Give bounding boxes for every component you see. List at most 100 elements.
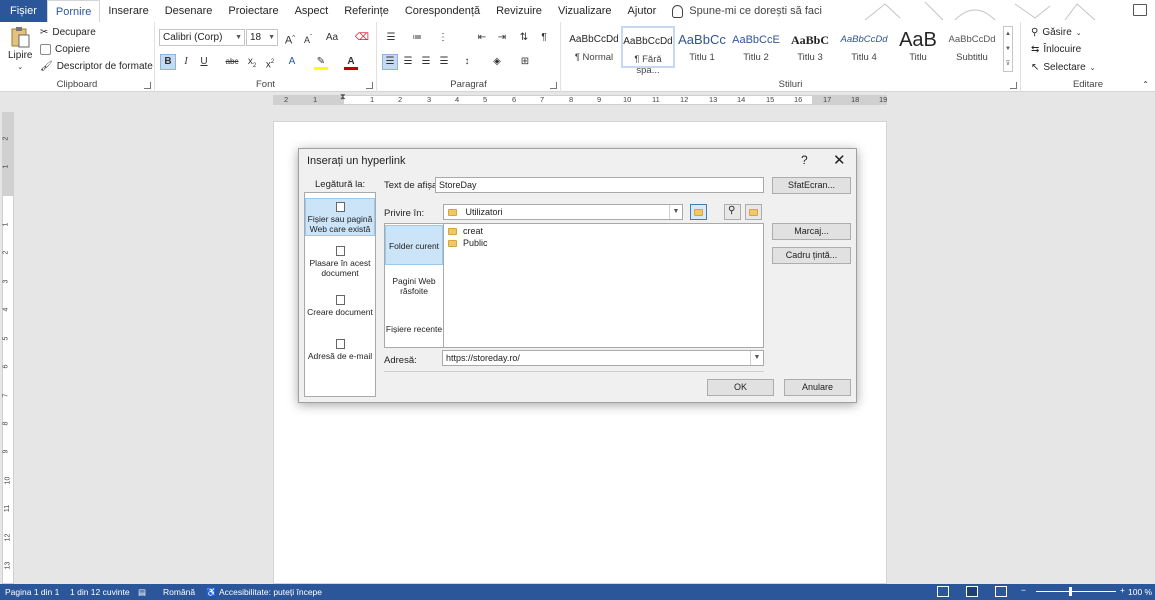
print-layout-icon[interactable] — [966, 586, 978, 597]
style-title[interactable]: AaB Titlu — [891, 26, 945, 68]
zoom-in-icon[interactable]: + — [1120, 585, 1125, 595]
horizontal-ruler[interactable]: 2 1 1 2 3 4 5 6 7 8 9 10 11 12 13 14 15 … — [0, 92, 1155, 108]
clipboard-launcher-icon[interactable] — [144, 82, 151, 89]
find-button[interactable]: ⚲ Găsire ⌄ — [1031, 27, 1082, 38]
screentip-button[interactable]: SfatEcran... — [772, 177, 851, 194]
collapse-ribbon-icon[interactable]: ⌃ — [1142, 80, 1149, 89]
zoom-level[interactable]: 100 % — [1128, 587, 1152, 597]
page-count[interactable]: Pagina 1 din 1 — [5, 587, 59, 597]
list-item[interactable]: creat — [448, 226, 483, 236]
look-in-dropdown[interactable]: Utilizatori ▼ — [443, 204, 683, 220]
justify-icon[interactable]: ☰ — [436, 54, 452, 70]
clear-formatting-icon[interactable]: ⌫ — [354, 30, 370, 46]
highlight-button[interactable]: ✎ — [313, 54, 329, 70]
align-center-icon[interactable]: ☰ — [400, 54, 416, 70]
language[interactable]: Română — [163, 587, 195, 597]
strikethrough-button[interactable]: abc — [221, 54, 243, 70]
select-button[interactable]: ↖ Selectare ⌄ — [1031, 62, 1096, 73]
cut-button[interactable]: ✂ Decupare — [40, 27, 96, 38]
help-button[interactable]: ? — [801, 153, 808, 167]
align-right-icon[interactable]: ☰ — [418, 54, 434, 70]
proofing-icon[interactable]: ▤ — [138, 587, 146, 598]
shading-icon[interactable]: ◈ — [489, 54, 505, 70]
browse-web-button[interactable] — [690, 204, 707, 220]
styles-launcher-icon[interactable] — [1010, 82, 1017, 89]
comments-icon[interactable] — [1133, 4, 1147, 16]
vertical-ruler[interactable]: 2 1 1 2 3 4 5 6 7 8 9 10 11 12 13 — [2, 112, 14, 584]
bold-button[interactable]: B — [160, 54, 176, 70]
tab-insert[interactable]: Inserare — [100, 0, 156, 22]
font-color-button[interactable]: A — [343, 54, 359, 70]
read-mode-icon[interactable] — [937, 586, 949, 597]
line-spacing-icon[interactable]: ↕ — [459, 54, 475, 70]
text-to-display-field[interactable]: StoreDay — [435, 177, 764, 193]
nav-recent-files[interactable]: Fișiere recente — [385, 324, 443, 336]
target-frame-button[interactable]: Cadru țintă... — [772, 247, 851, 264]
format-painter-button[interactable]: 🖌 Descriptor de formate — [40, 61, 153, 72]
close-button[interactable]: ✕ — [833, 151, 846, 169]
zoom-slider[interactable] — [1036, 591, 1116, 592]
copy-button[interactable]: Copiere — [40, 44, 90, 55]
style-normal[interactable]: AaBbCcDd ¶ Normal — [567, 26, 621, 68]
nav-browsed-pages[interactable]: Pagini Web răsfoite — [385, 276, 443, 300]
zoom-slider-thumb[interactable] — [1069, 587, 1072, 596]
tab-layout[interactable]: Aspect — [287, 0, 337, 22]
grow-font-button[interactable]: A^ — [282, 30, 298, 47]
shrink-font-button[interactable]: Aˇ — [300, 30, 316, 46]
accessibility-status[interactable]: Accesibilitate: puteți începe — [219, 587, 322, 597]
link-place-in-document[interactable]: Plasare în acest document — [305, 243, 375, 281]
tab-home[interactable]: Pornire — [46, 0, 101, 22]
paragraph-launcher-icon[interactable] — [550, 82, 557, 89]
link-create-document[interactable]: Creare document — [305, 293, 375, 321]
increase-indent-icon[interactable]: ⇥ — [494, 30, 510, 46]
change-case-button[interactable]: Aa — [321, 30, 343, 46]
style-subtitle[interactable]: AaBbCcDd Subtitlu — [945, 26, 999, 68]
paste-button[interactable]: Lipire ⌄ — [8, 26, 32, 71]
style-heading2[interactable]: AaBbCcE Titlu 2 — [729, 26, 783, 68]
style-no-spacing[interactable]: AaBbCcDd ¶ Fără spa... — [621, 26, 675, 76]
tab-view[interactable]: Vizualizare — [550, 0, 620, 22]
multilevel-list-icon[interactable]: ⋮ — [435, 30, 451, 46]
bookmark-button[interactable]: Marcaj... — [772, 223, 851, 240]
decrease-indent-icon[interactable]: ⇤ — [474, 30, 490, 46]
align-left-icon[interactable]: ☰ — [382, 54, 398, 70]
accessibility-icon[interactable]: ♿ — [206, 587, 217, 598]
cancel-button[interactable]: Anulare — [784, 379, 851, 396]
italic-button[interactable]: I — [178, 54, 194, 70]
tab-draw[interactable]: Desenare — [157, 0, 221, 22]
bullets-icon[interactable]: ☰ — [383, 30, 399, 46]
nav-current-folder[interactable]: Folder curent — [385, 225, 443, 265]
font-name-combo[interactable]: Calibri (Corp) ▼ — [159, 29, 245, 46]
underline-button[interactable]: U — [196, 54, 212, 70]
styles-gallery-scroll[interactable]: ▲ ▼ ⊽ — [1003, 26, 1013, 72]
text-effects-icon[interactable]: A — [284, 54, 300, 70]
replace-button[interactable]: ⇆ Înlocuire — [1031, 44, 1081, 55]
indent-marker-icon[interactable]: ⧗ — [340, 92, 346, 102]
file-list[interactable]: creat Public — [443, 223, 764, 348]
show-marks-icon[interactable]: ¶ — [536, 30, 552, 46]
subscript-button[interactable]: x2 — [244, 54, 260, 70]
paste-dropdown-icon[interactable]: ⌄ — [17, 63, 23, 71]
word-count[interactable]: 1 din 12 cuvinte — [70, 587, 130, 597]
tab-design[interactable]: Proiectare — [220, 0, 286, 22]
list-item[interactable]: Public — [448, 238, 488, 248]
zoom-out-icon[interactable]: − — [1021, 585, 1026, 595]
tab-review[interactable]: Revizuire — [488, 0, 550, 22]
style-heading4[interactable]: AaBbCcDd Titlu 4 — [837, 26, 891, 68]
superscript-button[interactable]: x2 — [262, 54, 278, 70]
address-field[interactable]: https://storeday.ro/ ▼ — [442, 350, 764, 366]
tab-file[interactable]: Fișier — [0, 0, 47, 22]
sort-icon[interactable]: ⇅ — [516, 30, 532, 46]
font-size-combo[interactable]: 18 ▼ — [246, 29, 278, 46]
style-heading1[interactable]: AaBbCc Titlu 1 — [675, 26, 729, 68]
link-email-address[interactable]: Adresă de e-mail — [305, 337, 375, 365]
tab-mailings[interactable]: Corespondență — [397, 0, 488, 22]
tab-help[interactable]: Ajutor — [620, 0, 665, 22]
borders-icon[interactable]: ⊞ — [517, 54, 533, 70]
ok-button[interactable]: OK — [707, 379, 774, 396]
browse-file-button[interactable]: ⚲ — [724, 204, 741, 220]
tell-me-box[interactable]: Spune-mi ce dorești să faci — [672, 0, 822, 22]
font-launcher-icon[interactable] — [366, 82, 373, 89]
link-existing-file[interactable]: Fișier sau pagină Web care există — [305, 198, 375, 236]
numbering-icon[interactable]: ≔ — [409, 30, 425, 46]
